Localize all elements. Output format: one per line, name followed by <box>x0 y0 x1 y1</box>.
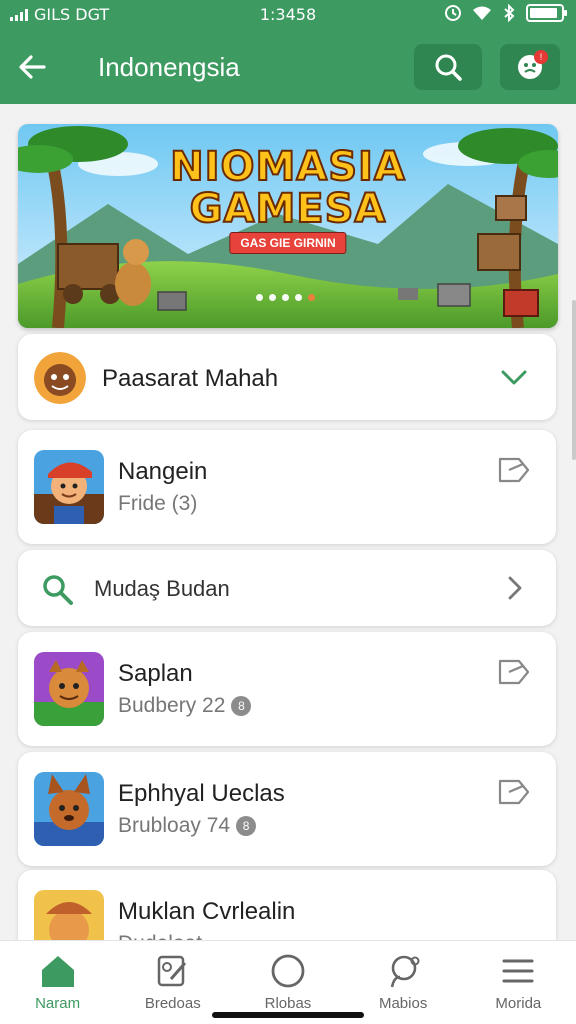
home-icon <box>41 956 74 987</box>
item-title: Ephhyal Ueclas <box>118 780 285 807</box>
notification-badge: ! <box>534 50 548 64</box>
item-title: Nangein <box>118 458 208 485</box>
chevron-right-icon <box>508 576 522 600</box>
chat-icon <box>390 955 420 988</box>
list-item[interactable]: Mudaş Budan <box>18 550 556 626</box>
item-subtitle: Fride (3) <box>118 492 197 516</box>
carousel-dot[interactable] <box>282 294 289 301</box>
banner-title-line2: GAMESA <box>189 186 387 232</box>
check-button[interactable] <box>496 359 532 395</box>
circle-icon <box>271 954 305 988</box>
list-item[interactable]: Saplan Budbery 22 8 <box>18 632 556 746</box>
status-icons <box>444 4 567 22</box>
menu-icon <box>502 959 534 983</box>
tab-label: Rlobas <box>264 995 312 1012</box>
avatar <box>34 352 86 404</box>
carousel-dots[interactable] <box>256 294 315 301</box>
search-button[interactable] <box>414 44 482 90</box>
item-title: Muklan Cvrlealin <box>118 898 296 925</box>
notification-button[interactable]: ! <box>500 44 560 90</box>
game-avatar <box>34 772 104 846</box>
status-bar: GILS DGT 1:3458 <box>0 0 576 30</box>
item-subtitle-text: Brubloay 74 <box>118 814 231 837</box>
tab-menu[interactable]: Morida <box>461 941 576 1024</box>
item-subtitle-text: Budbery 22 <box>118 694 226 717</box>
nav-bar: Indonengsia ! <box>0 30 576 104</box>
list-item[interactable]: Ephhyal Ueclas Brubloay 74 8 <box>18 752 556 866</box>
bluetooth-icon <box>504 4 515 22</box>
item-subtitle: Brubloay 74 8 <box>118 814 257 838</box>
scrollbar[interactable] <box>572 300 576 460</box>
search-icon <box>435 54 462 81</box>
tab-label: Bredoas <box>144 995 201 1012</box>
carousel-dot[interactable] <box>256 294 263 301</box>
back-button[interactable] <box>10 45 54 89</box>
app-header: GILS DGT 1:3458 Indonengsia ! <box>0 0 576 104</box>
tab-chat[interactable]: Mabios <box>346 941 461 1024</box>
battery-icon <box>526 4 567 22</box>
banner-title-line1: NIOMASIA <box>169 144 406 190</box>
tab-label: Mabios <box>378 995 428 1012</box>
count-badge: 8 <box>231 696 252 716</box>
item-title: Paasarat Mahah <box>102 365 279 392</box>
tab-label: Morida <box>495 995 542 1012</box>
share-icon <box>498 457 530 483</box>
item-subtitle-text: Fride (3) <box>118 492 198 515</box>
share-button[interactable] <box>496 654 532 690</box>
list-item[interactable]: Nangein Fride (3) <box>18 430 556 544</box>
share-button[interactable] <box>496 774 532 810</box>
share-icon <box>498 779 530 805</box>
check-icon <box>501 370 527 385</box>
share-button[interactable] <box>496 452 532 488</box>
item-title: Saplan <box>118 660 193 687</box>
tab-label: Naram <box>35 995 81 1012</box>
search-icon <box>40 572 76 613</box>
carousel-dot[interactable] <box>308 294 315 301</box>
game-avatar <box>34 450 104 524</box>
home-indicator[interactable] <box>212 1012 364 1018</box>
page-title: Indonengsia <box>98 52 240 82</box>
tab-home[interactable]: Naram <box>0 941 115 1024</box>
wifi-icon <box>473 6 491 20</box>
count-badge: 8 <box>236 816 257 836</box>
arrow-left-icon <box>19 55 46 79</box>
promo-banner[interactable]: NIOMASIA GAMESA GAS GIE GIRNIN <box>18 124 558 328</box>
carousel-dot[interactable] <box>269 294 276 301</box>
alarm-icon <box>445 5 461 21</box>
list-item[interactable]: Paasarat Mahah <box>18 334 556 420</box>
item-title: Mudaş Budan <box>94 576 230 601</box>
banner-subtitle: GAS GIE GIRNIN <box>229 232 347 254</box>
edit-icon <box>157 955 186 987</box>
item-subtitle: Budbery 22 8 <box>118 694 252 718</box>
carousel-dot[interactable] <box>295 294 302 301</box>
share-icon <box>498 659 530 685</box>
game-avatar <box>34 652 104 726</box>
banner-title: NIOMASIA GAMESA <box>18 144 558 232</box>
chevron-button[interactable] <box>496 570 532 606</box>
